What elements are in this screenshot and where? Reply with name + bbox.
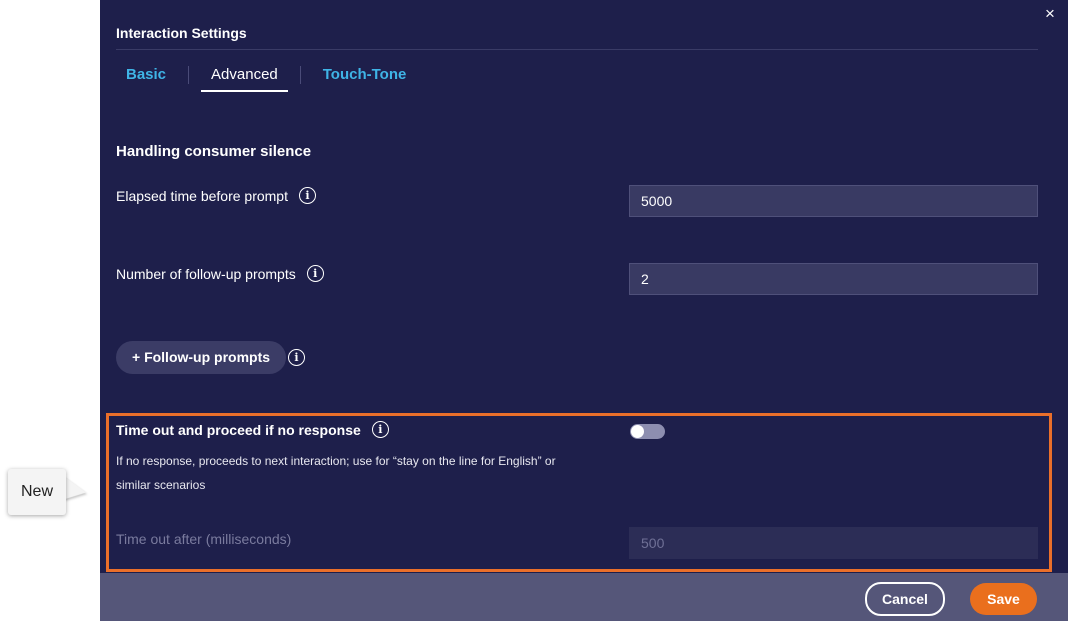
- timeout-after-input[interactable]: 500: [629, 527, 1038, 559]
- elapsed-time-label: Elapsed time before prompt i: [116, 187, 316, 204]
- close-icon[interactable]: ×: [1042, 5, 1058, 22]
- info-icon[interactable]: i: [288, 349, 305, 366]
- timeout-description: If no response, proceeds to next interac…: [116, 454, 556, 492]
- followup-count-input[interactable]: 2: [629, 263, 1038, 295]
- elapsed-time-input[interactable]: 5000: [629, 185, 1038, 217]
- timeout-toggle[interactable]: [630, 424, 665, 439]
- tab-divider: [299, 66, 301, 84]
- tab-bar: Basic Advanced Touch-Tone: [116, 66, 416, 94]
- section-title-consumer-silence: Handling consumer silence: [116, 143, 312, 160]
- followup-count-label: Number of follow-up prompts i: [116, 265, 324, 282]
- info-icon[interactable]: i: [371, 421, 389, 438]
- tab-divider: [188, 66, 190, 84]
- page-title: Interaction Settings: [116, 25, 247, 41]
- tab-basic[interactable]: Basic: [116, 66, 176, 92]
- info-icon[interactable]: i: [306, 265, 324, 282]
- dialog-footer: Cancel Save: [100, 573, 1068, 621]
- new-callout: New: [8, 469, 66, 515]
- tab-touch-tone[interactable]: Touch-Tone: [313, 66, 417, 92]
- tab-advanced[interactable]: Advanced: [201, 66, 288, 92]
- elapsed-time-label-text: Elapsed time before prompt: [116, 187, 288, 204]
- page-background: [0, 0, 100, 621]
- info-icon[interactable]: i: [298, 187, 316, 204]
- add-followup-prompts-button[interactable]: + Follow-up prompts: [116, 341, 287, 374]
- timeout-label: Time out and proceed if no response i: [116, 421, 389, 438]
- timeout-after-label: Time out after (milliseconds): [116, 531, 292, 547]
- followup-count-label-text: Number of follow-up prompts: [116, 265, 296, 282]
- save-button[interactable]: Save: [970, 583, 1037, 615]
- toggle-knob: [631, 425, 644, 438]
- interaction-settings-panel: × Interaction Settings Basic Advanced To…: [100, 0, 1068, 621]
- cancel-button[interactable]: Cancel: [865, 582, 945, 616]
- title-divider: [116, 49, 1038, 50]
- timeout-label-text: Time out and proceed if no response: [116, 421, 361, 438]
